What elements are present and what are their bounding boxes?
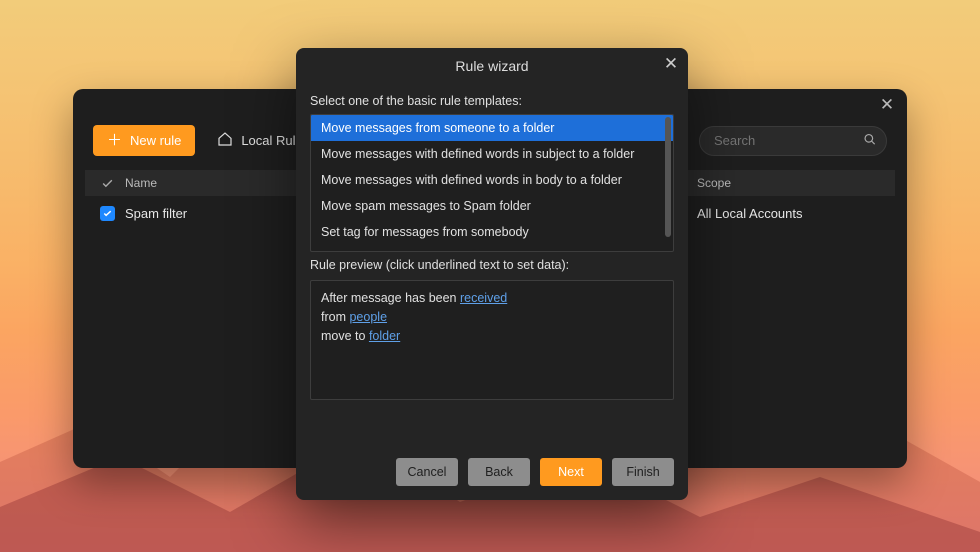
dialog-title: Rule wizard [455, 58, 528, 74]
new-rule-button[interactable]: ＋ New rule [93, 125, 195, 156]
home-icon [217, 131, 233, 150]
templates-label: Select one of the basic rule templates: [310, 94, 674, 108]
close-icon[interactable]: ✕ [879, 97, 895, 113]
preview-link-people[interactable]: people [349, 310, 387, 324]
preview-text: from [321, 310, 349, 324]
search-input[interactable] [699, 126, 887, 156]
check-icon [101, 177, 114, 190]
row-checkbox[interactable] [100, 206, 115, 221]
search-icon [863, 132, 877, 149]
cancel-button[interactable]: Cancel [396, 458, 458, 486]
next-button[interactable]: Next [540, 458, 602, 486]
template-item[interactable]: Move messages with defined words in subj… [311, 141, 673, 167]
col-scope-header[interactable]: Scope [697, 176, 887, 190]
rule-wizard-dialog: Rule wizard ✕ Select one of the basic ru… [296, 48, 688, 500]
preview-text: After message has been [321, 291, 460, 305]
scrollbar-thumb[interactable] [665, 117, 671, 237]
dialog-titlebar: Rule wizard ✕ [296, 48, 688, 84]
template-item[interactable]: Move messages with defined words in body… [311, 167, 673, 193]
close-icon[interactable]: ✕ [662, 54, 680, 72]
preview-text: move to [321, 329, 369, 343]
dialog-footer: Cancel Back Next Finish [296, 444, 688, 500]
finish-button[interactable]: Finish [612, 458, 674, 486]
preview-link-received[interactable]: received [460, 291, 507, 305]
search-field[interactable] [699, 126, 887, 156]
template-item[interactable]: Set tag for messages from somebody [311, 219, 673, 245]
template-item[interactable]: Move messages from someone to a folder [311, 115, 673, 141]
row-scope: All Local Accounts [697, 206, 887, 221]
check-icon [102, 208, 113, 219]
preview-link-folder[interactable]: folder [369, 329, 400, 343]
preview-label: Rule preview (click underlined text to s… [310, 258, 674, 272]
template-list[interactable]: Move messages from someone to a folder M… [310, 114, 674, 252]
rule-preview: After message has been received from peo… [310, 280, 674, 400]
col-enabled[interactable] [93, 177, 121, 190]
back-button[interactable]: Back [468, 458, 530, 486]
new-rule-label: New rule [130, 133, 181, 148]
template-item[interactable]: Move spam messages to Spam folder [311, 193, 673, 219]
